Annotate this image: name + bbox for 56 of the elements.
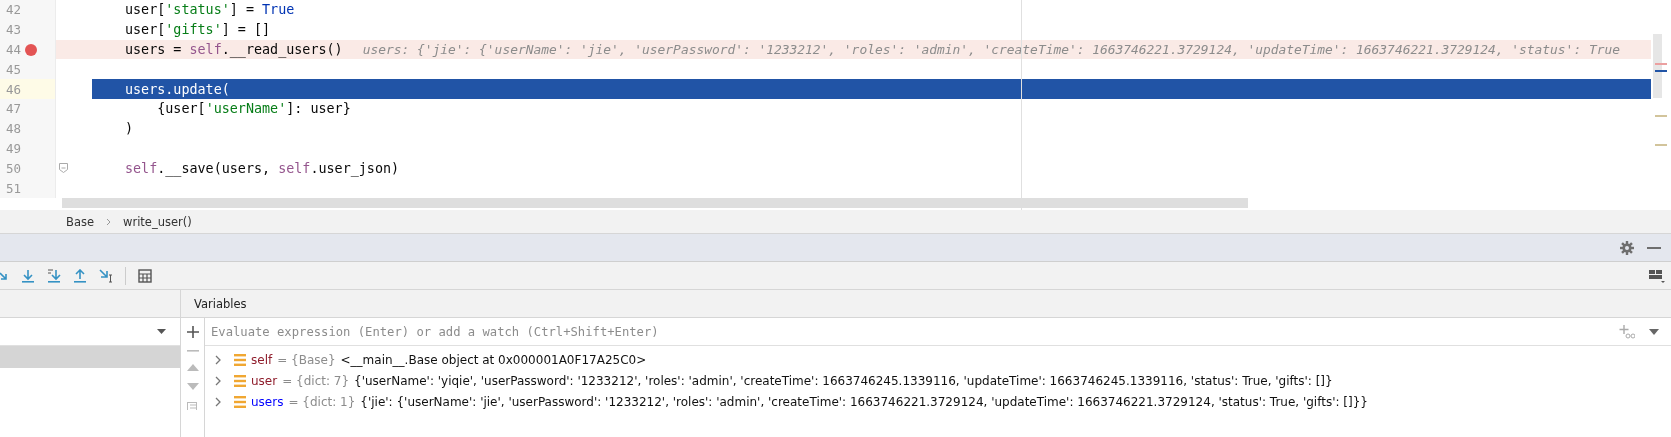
line-number: 49 [0,138,56,159]
code-line: user['gifts'] = [] [125,22,271,38]
variable-value: {'jie': {'userName': 'jie', 'userPassword': '1233212', 'roles': 'admin', 'createTime': 1663746221.3729124, 'updateTime': 1663746221.3729124, 'status': True, 'gifts': []}} [360,394,1368,409]
variable-value: <__main__.Base object at 0x000001A0F17A25C0> [340,352,647,367]
chevron-icon [106,217,111,226]
line-number: 42 [0,0,56,20]
evaluate-field[interactable]: Evaluate expression (Enter) or add a watch (Ctrl+Shift+Enter) [211,321,1605,342]
line-number: 46 [0,79,56,99]
field-icon [234,353,246,366]
run-to-cursor-icon[interactable] [99,268,113,283]
add-icon[interactable] [186,326,199,338]
code-line: users.update( [125,81,230,97]
settings-icon[interactable] [1620,240,1634,255]
variable-type: = {dict: 1} [288,394,356,409]
caret-icon[interactable] [1649,328,1659,335]
step-into-icon[interactable] [21,268,35,283]
code-line: users = self.__read_users() [125,42,343,57]
variable-type: = {dict: 7} [282,373,350,388]
warning-marker[interactable] [1655,115,1667,117]
breakpoint-marker[interactable] [1655,63,1667,65]
move-down-icon[interactable] [186,383,199,390]
code-line: {user['userName']: user} [156,101,351,117]
field-icon [234,395,246,408]
vertical-scrollbar[interactable] [1653,34,1662,98]
calculator-icon[interactable] [138,268,152,283]
panel-title: Variables [194,296,247,311]
minimize-icon[interactable] [1647,246,1661,249]
caret-icon [157,329,166,334]
code-line: self.__save(users, self.user_json) [125,160,400,176]
warning-marker[interactable] [1655,144,1667,146]
line-number: 50 [0,158,56,179]
variable-name: user [251,373,278,388]
fold-icon[interactable] [59,163,68,174]
horizontal-scrollbar[interactable] [62,198,1248,208]
layout-icon[interactable] [1649,268,1665,283]
line-number: 45 [0,59,56,80]
code-line: ) [125,121,134,137]
code-line: user['status'] = True [125,2,295,18]
breadcrumb[interactable]: write_user() [123,214,192,229]
copy-icon[interactable] [186,402,199,410]
step-out-icon[interactable] [73,268,87,283]
variable-name: self [251,352,273,367]
line-number: 47 [0,99,56,119]
variable-value: {'userName': 'yiqie', 'userPassword': '1233212', 'roles': 'admin', 'createTime': 1663746245.1339116, 'updateTime': 1663746245.1339116, 'status': True, 'gifts': []} [354,373,1333,388]
variable-name: users [251,394,284,409]
caret-marker[interactable] [1655,70,1667,72]
move-up-icon[interactable] [186,364,199,371]
line-number: 48 [0,118,56,139]
line-number: 43 [0,19,56,40]
force-step-into-icon[interactable] [47,268,61,283]
inline-value-hint: users: {'jie': {'userName': 'jie', 'userPassword': '1233212', 'roles': 'admin', 'createTime': 1663746221.3729124, 'updateTime': 1663746221.3729124, 'status': True [362,42,1620,57]
line-number: 51 [0,178,56,198]
add-watch-icon[interactable] [1619,324,1635,339]
variable-type: = {Base} [277,352,336,367]
breadcrumb[interactable]: Base [66,214,94,229]
field-icon [234,374,246,387]
